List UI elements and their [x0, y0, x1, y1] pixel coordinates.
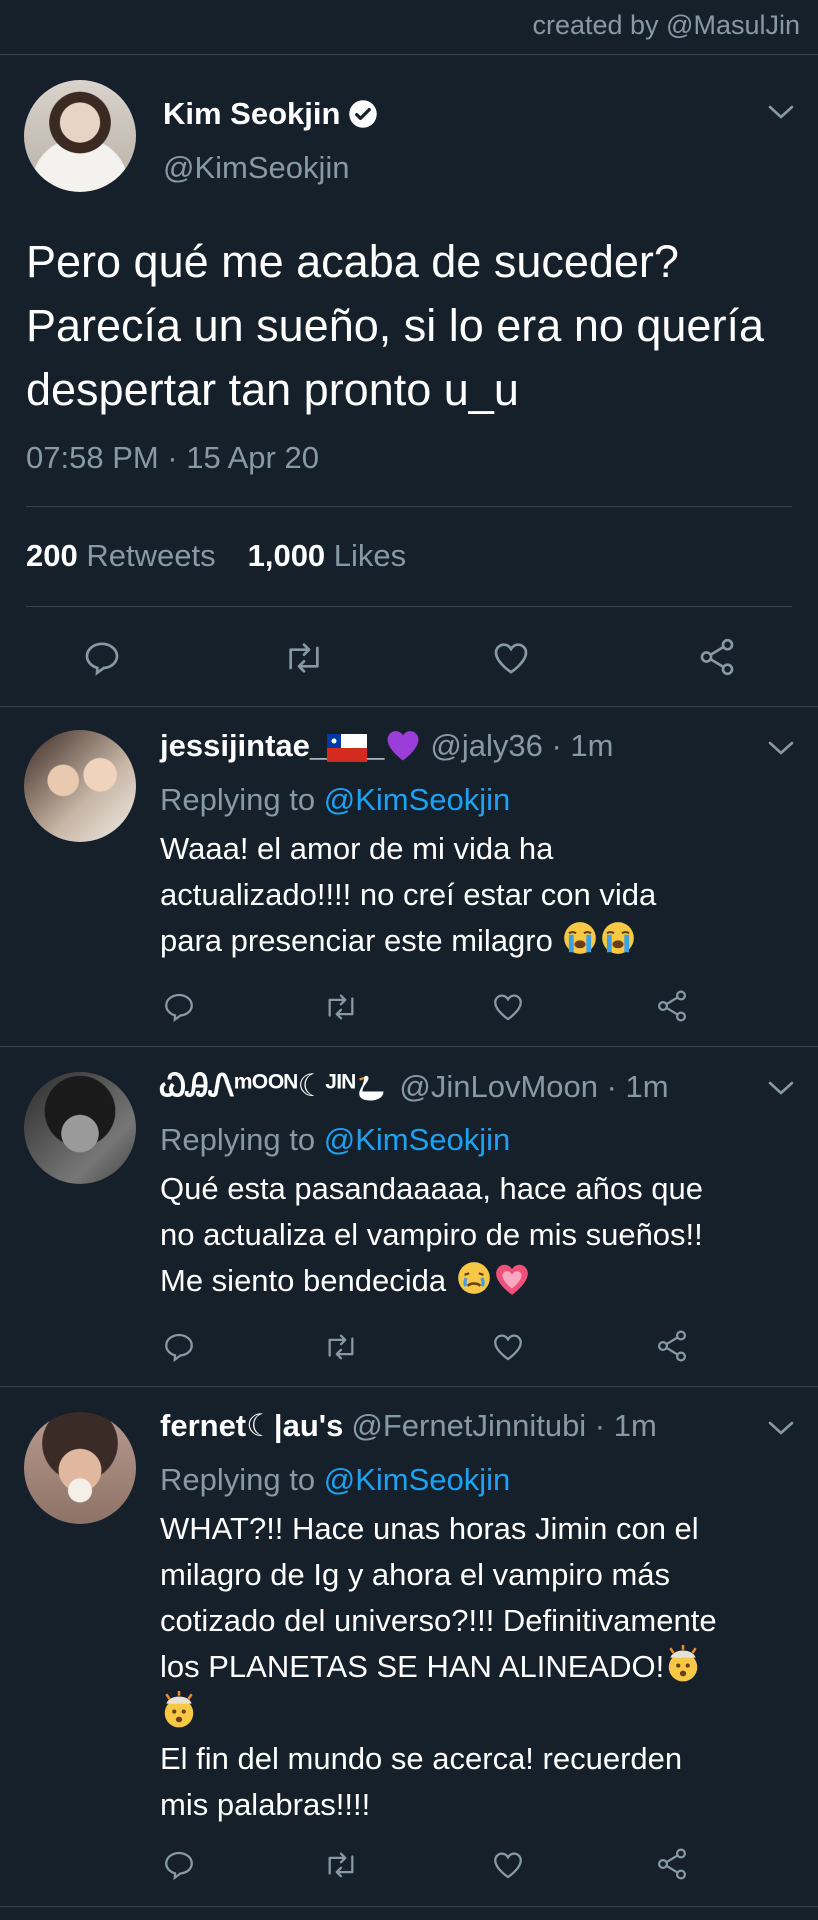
chevron-down-icon[interactable]: [766, 1078, 796, 1098]
purple-heart-icon: [387, 731, 419, 761]
avatar[interactable]: [24, 1412, 136, 1524]
reply-text-line: cotizado del universo?!!! Definitivament…: [160, 1603, 717, 1638]
reply-author-name[interactable]: fernet☾|au's: [160, 1408, 343, 1444]
reply-text-line: Qué esta pasandaaaaa, hace años que: [160, 1171, 703, 1206]
author-handle[interactable]: @KimSeokjin: [163, 150, 350, 186]
loudly-crying-face-icon: [564, 922, 597, 954]
share-icon[interactable]: [654, 1846, 690, 1882]
reply-header: ᏇᎯᏁᵐᴼᴼᴺ☾ᴶᴵᴺ @JinLovMoon · 1m: [160, 1068, 669, 1105]
retweet-icon[interactable]: [322, 990, 360, 1024]
like-icon[interactable]: [490, 1848, 526, 1882]
like-icon[interactable]: [490, 990, 526, 1024]
retweet-icon[interactable]: [322, 1330, 360, 1364]
reply-icon[interactable]: [82, 638, 122, 678]
reply-text-line: Waaa! el amor de mi vida ha: [160, 831, 554, 866]
verified-icon: [349, 100, 378, 128]
author-name: Kim Seokjin: [163, 96, 341, 131]
reply-author-handle[interactable]: @FernetJinnitubi · 1m: [351, 1408, 656, 1444]
reply-author-handle[interactable]: @JinLovMoon · 1m: [399, 1069, 668, 1105]
chevron-down-icon[interactable]: [766, 1418, 796, 1438]
chevron-down-icon[interactable]: [766, 102, 796, 122]
like-icon[interactable]: [490, 638, 532, 678]
tweet-stats: 200 Retweets 1,000 Likes: [26, 538, 406, 574]
reply-text-line: actualizado!!!! no creí estar con vida: [160, 877, 657, 912]
share-icon[interactable]: [654, 988, 690, 1024]
like-icon[interactable]: [490, 1330, 526, 1364]
reply-text-line: milagro de Ig y ahora el vampiro más: [160, 1557, 671, 1592]
header-divider: [0, 54, 818, 55]
sparkling-heart-icon: [495, 1264, 528, 1295]
reply-text: Waaa! el amor de mi vida ha actualizado!…: [160, 826, 810, 964]
reply-text-line: Me siento bendecida: [160, 1263, 447, 1298]
divider: [0, 706, 818, 707]
replying-to-mention[interactable]: @KimSeokjin: [324, 1462, 511, 1497]
retweets-count: 200: [26, 538, 78, 573]
reply-icon[interactable]: [162, 1330, 196, 1364]
avatar[interactable]: [24, 80, 136, 192]
replying-prefix: Replying to: [160, 1462, 316, 1497]
tweet-timestamp[interactable]: 07:58 PM · 15 Apr 20: [26, 440, 319, 476]
retweet-icon[interactable]: [322, 1848, 360, 1882]
retweets-label: Retweets: [86, 538, 216, 573]
loudly-crying-face-icon: [602, 922, 635, 954]
tweet-text: Pero qué me acaba de suceder? Parecía un…: [26, 236, 764, 415]
replying-prefix: Replying to: [160, 1122, 316, 1157]
reply-text: WHAT?!! Hace unas horas Jimin con el mil…: [160, 1506, 810, 1828]
reply-text-line: los PLANETAS SE HAN ALINEADO!: [160, 1649, 665, 1684]
share-icon[interactable]: [654, 1328, 690, 1364]
replying-to-mention[interactable]: @KimSeokjin: [324, 782, 511, 817]
replying-to-mention[interactable]: @KimSeokjin: [324, 1122, 511, 1157]
chevron-down-icon[interactable]: [766, 738, 796, 758]
reply-text-line: WHAT?!! Hace unas horas Jimin con el: [160, 1511, 699, 1546]
reply-text-line: El fin del mundo se acerca! recuerden: [160, 1741, 683, 1776]
avatar[interactable]: [24, 1072, 136, 1184]
reply-text-line: para presenciar este milagro: [160, 923, 553, 958]
likes-stat[interactable]: 1,000 Likes: [248, 538, 407, 574]
reply-author-name-text: jessijintae_: [160, 728, 328, 763]
reply-header: jessijintae_ _ @jaly36 · 1m: [160, 728, 614, 764]
reply-icon[interactable]: [162, 1848, 196, 1882]
exploding-head-icon: [668, 1645, 698, 1682]
divider: [26, 506, 792, 507]
reply-author-name-text: ᏇᎯᏁᵐᴼᴼᴺ☾ᴶᴵᴺ: [160, 1068, 356, 1103]
crying-face-icon: [457, 1262, 490, 1294]
retweet-icon[interactable]: [282, 638, 326, 678]
divider: [0, 1046, 818, 1047]
reply-author-handle[interactable]: @jaly36 · 1m: [430, 728, 613, 764]
retweets-stat[interactable]: 200 Retweets: [26, 538, 216, 574]
exploding-head-icon: [164, 1691, 194, 1728]
divider: [0, 1386, 818, 1387]
swan-icon: [359, 1075, 384, 1101]
reply-text-line: no actualiza el vampiro de mis sueños!!: [160, 1217, 703, 1252]
replying-to: Replying to @KimSeokjin: [160, 1122, 510, 1158]
share-icon[interactable]: [696, 636, 738, 678]
reply-header: fernet☾|au's @FernetJinnitubi · 1m: [160, 1408, 657, 1444]
replying-prefix: Replying to: [160, 782, 316, 817]
replying-to: Replying to @KimSeokjin: [160, 782, 510, 818]
reply-text: Qué esta pasandaaaaa, hace años que no a…: [160, 1166, 810, 1304]
divider: [26, 606, 792, 607]
likes-label: Likes: [333, 538, 407, 573]
author-name-row[interactable]: Kim Seokjin: [163, 96, 378, 132]
divider: [0, 1906, 818, 1907]
reply-icon[interactable]: [162, 990, 196, 1024]
likes-count: 1,000: [247, 538, 326, 573]
replying-to: Replying to @KimSeokjin: [160, 1462, 510, 1498]
chile-flag-icon: [327, 734, 368, 762]
avatar[interactable]: [24, 730, 136, 842]
reply-text-line: mis palabras!!!!: [160, 1787, 371, 1822]
reply-author-name[interactable]: ᏇᎯᏁᵐᴼᴼᴺ☾ᴶᴵᴺ: [160, 1068, 391, 1105]
watermark: created by @MasulJin: [532, 10, 800, 40]
reply-author-name[interactable]: jessijintae_ _: [160, 728, 422, 764]
reply-author-name-suffix: _: [367, 728, 385, 763]
